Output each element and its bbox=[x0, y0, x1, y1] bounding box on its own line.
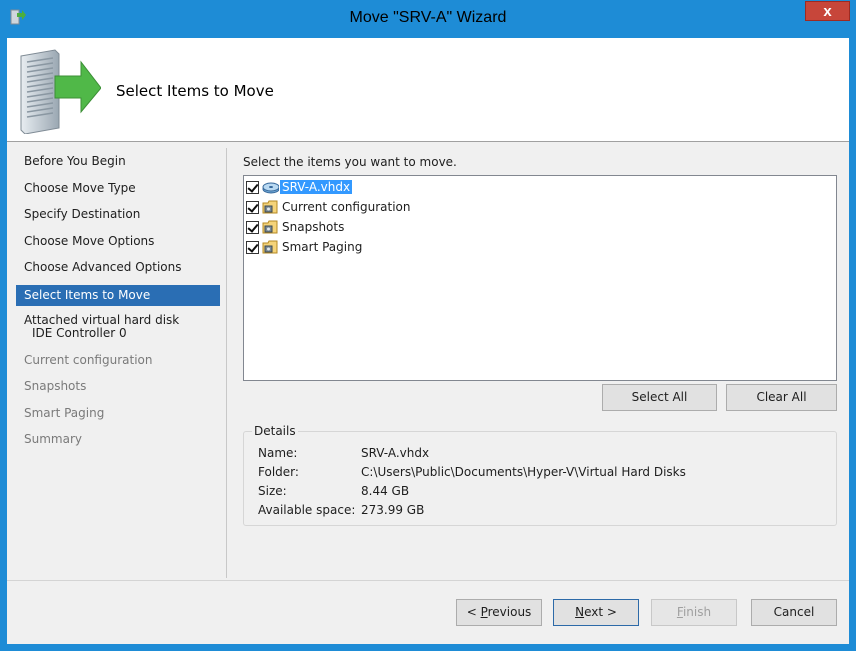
finish-button[interactable]: Finish bbox=[651, 599, 737, 626]
page-title: Select Items to Move bbox=[116, 82, 274, 100]
wizard-window: Move "SRV-A" Wizard x Select Items to Mo… bbox=[0, 0, 856, 651]
detail-space-label: Available space: bbox=[258, 503, 356, 517]
detail-folder-label: Folder: bbox=[258, 465, 299, 479]
wizard-body: Select Items to Move Before You Begin Ch… bbox=[7, 38, 849, 644]
details-group: Details Name: SRV-A.vhdx Folder: C:\User… bbox=[243, 424, 837, 526]
previous-prefix: < bbox=[466, 605, 481, 619]
detail-size-value: 8.44 GB bbox=[361, 484, 410, 498]
previous-rest: revious bbox=[487, 605, 532, 619]
wizard-steps-nav: Before You Begin Choose Move Type Specif… bbox=[16, 150, 220, 455]
next-accel: N bbox=[575, 605, 585, 619]
instruction-text: Select the items you want to move. bbox=[243, 155, 457, 169]
nav-item-choose-move-options[interactable]: Choose Move Options bbox=[16, 230, 220, 257]
title-bar[interactable]: Move "SRV-A" Wizard x bbox=[0, 0, 856, 38]
next-button[interactable]: Next > bbox=[553, 599, 639, 626]
previous-accel: P bbox=[480, 605, 488, 619]
detail-name-value: SRV-A.vhdx bbox=[361, 446, 430, 460]
next-rest: ext > bbox=[584, 605, 617, 619]
nav-item-choose-move-type[interactable]: Choose Move Type bbox=[16, 177, 220, 204]
checkbox[interactable] bbox=[246, 180, 259, 194]
checkbox[interactable] bbox=[246, 200, 259, 214]
tree-item-label: Current configuration bbox=[282, 200, 411, 214]
checkbox[interactable] bbox=[246, 220, 259, 234]
folder-icon bbox=[262, 220, 278, 234]
tree-item-vhdx[interactable]: SRV-A.vhdx bbox=[244, 177, 836, 197]
items-tree[interactable]: SRV-A.vhdx Current configuration Snapsho… bbox=[243, 175, 837, 381]
detail-size-label: Size: bbox=[258, 484, 287, 498]
clear-all-button[interactable]: Clear All bbox=[726, 384, 837, 411]
finish-rest: inish bbox=[682, 605, 712, 619]
tree-item-label: Smart Paging bbox=[282, 240, 363, 254]
previous-button[interactable]: < Previous bbox=[456, 599, 542, 626]
footer-separator bbox=[7, 580, 849, 581]
nav-item-choose-advanced-options[interactable]: Choose Advanced Options bbox=[16, 256, 220, 283]
tree-item-smart-paging[interactable]: Smart Paging bbox=[244, 237, 836, 257]
nav-item-attached-virtual-hard-disk[interactable]: Attached virtual hard disk IDE Controlle… bbox=[16, 309, 220, 349]
tree-item-label: SRV-A.vhdx bbox=[280, 180, 353, 194]
detail-name-label: Name: bbox=[258, 446, 298, 460]
disk-icon bbox=[262, 182, 279, 194]
server-move-icon bbox=[20, 49, 101, 134]
nav-item-select-items-to-move[interactable]: Select Items to Move bbox=[16, 284, 220, 306]
tree-item-current-configuration[interactable]: Current configuration bbox=[244, 197, 836, 217]
nav-item-current-configuration[interactable]: Current configuration bbox=[16, 349, 220, 376]
window-title: Move "SRV-A" Wizard bbox=[349, 9, 507, 26]
detail-space-value: 273.99 GB bbox=[361, 503, 425, 517]
folder-icon bbox=[262, 240, 278, 254]
select-all-button[interactable]: Select All bbox=[602, 384, 717, 411]
nav-item-label: Attached virtual hard disk bbox=[24, 312, 180, 327]
wizard-header: Select Items to Move bbox=[7, 38, 849, 142]
nav-item-sublabel: IDE Controller 0 bbox=[32, 325, 127, 340]
nav-item-smart-paging[interactable]: Smart Paging bbox=[16, 402, 220, 429]
detail-folder-value: C:\Users\Public\Documents\Hyper-V\Virtua… bbox=[361, 465, 686, 479]
checkbox[interactable] bbox=[246, 240, 259, 254]
nav-item-summary[interactable]: Summary bbox=[16, 428, 220, 455]
tree-item-label: Snapshots bbox=[282, 220, 345, 234]
nav-divider bbox=[226, 148, 227, 578]
cancel-button[interactable]: Cancel bbox=[751, 599, 837, 626]
nav-item-specify-destination[interactable]: Specify Destination bbox=[16, 203, 220, 230]
close-button[interactable]: x bbox=[805, 1, 850, 21]
details-legend: Details bbox=[252, 424, 298, 438]
tree-item-snapshots[interactable]: Snapshots bbox=[244, 217, 836, 237]
nav-item-snapshots[interactable]: Snapshots bbox=[16, 375, 220, 402]
nav-item-before-you-begin[interactable]: Before You Begin bbox=[16, 150, 220, 177]
folder-icon bbox=[262, 200, 278, 214]
